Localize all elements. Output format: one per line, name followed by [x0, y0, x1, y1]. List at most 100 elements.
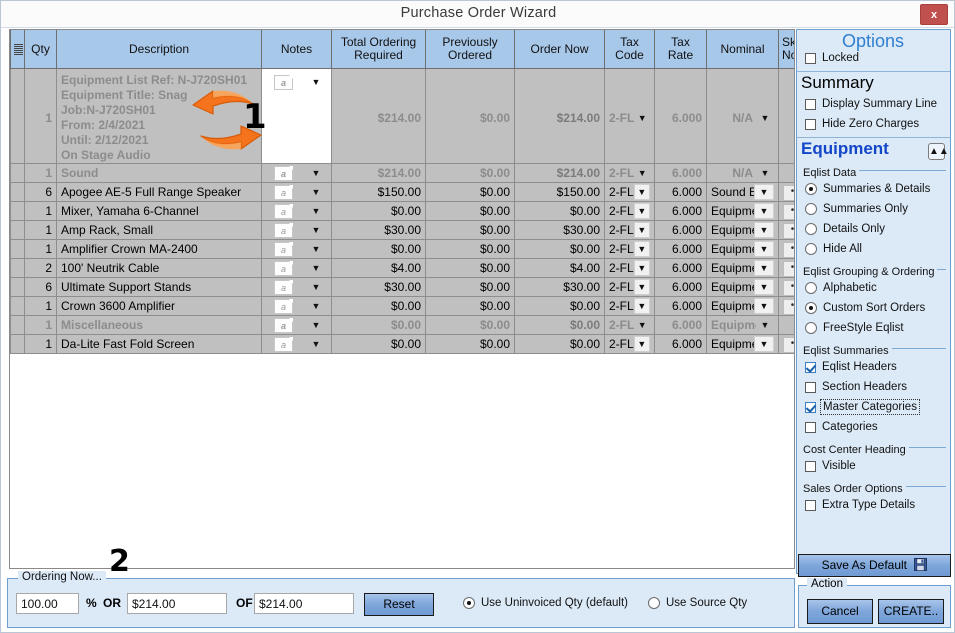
chevron-down-icon[interactable]: ▼ [754, 336, 774, 352]
table-row[interactable]: 1Amp Rack, Smalla▼$30.00$0.00$30.002-FL▼… [11, 221, 796, 240]
chevron-down-icon[interactable]: ▼ [634, 113, 650, 123]
save-as-default-button[interactable]: Save As Default [798, 554, 951, 577]
table-row[interactable]: 6Apogee AE-5 Full Range Speakera▼$150.00… [11, 183, 796, 202]
table-row[interactable]: 2100' Neutrik Cablea▼$4.00$0.00$4.002-FL… [11, 259, 796, 278]
close-window-button[interactable]: x [920, 4, 948, 25]
chevron-down-icon[interactable]: ▼ [634, 222, 650, 238]
row-handle[interactable] [11, 164, 25, 183]
option-row[interactable]: Categories [801, 417, 946, 437]
option-radio[interactable] [805, 302, 817, 314]
option-radio[interactable] [805, 282, 817, 294]
cell-notes[interactable]: a▼ [262, 69, 332, 164]
cell-description[interactable]: Miscellaneous [57, 316, 262, 335]
cell-notes[interactable]: a▼ [262, 164, 332, 183]
note-icon[interactable]: a [274, 75, 293, 90]
option-radio[interactable] [805, 322, 817, 334]
use-uninvoiced-qty-radio-row[interactable]: Use Uninvoiced Qty (default) [463, 597, 628, 609]
cell-qty[interactable]: 1 [25, 335, 57, 354]
cell-nominal[interactable]: Equipmen▼ [707, 316, 779, 335]
summary-option-checkbox[interactable] [805, 119, 816, 130]
chevron-down-icon[interactable]: ▼ [307, 301, 325, 311]
chevron-down-icon[interactable]: ▼ [634, 279, 650, 295]
option-row[interactable]: Master Categories [801, 397, 946, 417]
cell-qty[interactable]: 1 [25, 202, 57, 221]
chevron-down-icon[interactable]: ▼ [754, 203, 774, 219]
option-checkbox[interactable] [805, 500, 816, 511]
cell-order-now[interactable]: $30.00 [515, 221, 605, 240]
cell-notes[interactable]: a▼ [262, 297, 332, 316]
of-value-input[interactable] [254, 593, 354, 614]
cell-notes[interactable]: a▼ [262, 221, 332, 240]
note-icon[interactable]: a [274, 280, 293, 295]
chevron-down-icon[interactable]: ▼ [634, 336, 650, 352]
cell-qty[interactable]: 1 [25, 297, 57, 316]
cell-order-now[interactable]: $0.00 [515, 335, 605, 354]
cell-description[interactable]: Ultimate Support Stands [57, 278, 262, 297]
cell-description[interactable]: Sound [57, 164, 262, 183]
cell-tax-code[interactable]: 2-FL▼ [605, 259, 655, 278]
cell-description[interactable]: Crown 3600 Amplifier [57, 297, 262, 316]
summary-option-row[interactable]: Display Summary Line [797, 94, 950, 114]
ellipsis-button[interactable]: ••• [783, 185, 795, 201]
cell-qty[interactable]: 1 [25, 69, 57, 164]
cell-notes[interactable]: a▼ [262, 335, 332, 354]
cell-notes[interactable]: a▼ [262, 278, 332, 297]
cell-qty[interactable]: 1 [25, 221, 57, 240]
option-checkbox[interactable] [805, 402, 816, 413]
ellipsis-button[interactable]: ••• [783, 223, 795, 239]
locked-checkbox[interactable] [805, 53, 816, 64]
cell-qty[interactable]: 1 [25, 316, 57, 335]
chevron-down-icon[interactable]: ▼ [754, 279, 774, 295]
cell-tax-code[interactable]: 2-FL▼ [605, 278, 655, 297]
table-row[interactable]: 1Crown 3600 Amplifiera▼$0.00$0.00$0.002-… [11, 297, 796, 316]
cell-tax-code[interactable]: 2-FL▼ [605, 335, 655, 354]
option-row[interactable]: Hide All [801, 239, 946, 259]
chevron-down-icon[interactable]: ▼ [307, 244, 325, 254]
option-row[interactable]: Summaries Only [801, 199, 946, 219]
cell-order-now[interactable]: $214.00 [515, 164, 605, 183]
chevron-down-icon[interactable]: ▼ [754, 222, 774, 238]
percent-input[interactable] [16, 593, 79, 614]
cell-order-now[interactable]: $30.00 [515, 278, 605, 297]
cell-nominal[interactable]: Sound Equip▼ [707, 183, 779, 202]
cell-nominal[interactable]: Equipment R▼ [707, 221, 779, 240]
table-row[interactable]: 1Sounda▼$214.00$0.00$214.002-FL▼6.000N/A… [11, 164, 796, 183]
cell-description[interactable]: 100' Neutrik Cable [57, 259, 262, 278]
cell-tax-code[interactable]: 2-FL▼ [605, 69, 655, 164]
cell-description[interactable]: Da-Lite Fast Fold Screen [57, 335, 262, 354]
ellipsis-button[interactable]: ••• [783, 242, 795, 258]
ellipsis-button[interactable]: ••• [783, 280, 795, 296]
table-row[interactable]: 1Amplifier Crown MA-2400a▼$0.00$0.00$0.0… [11, 240, 796, 259]
cell-skip-now[interactable]: ••• [779, 221, 796, 240]
option-row[interactable]: FreeStyle Eqlist [801, 318, 946, 338]
cell-tax-code[interactable]: 2-FL▼ [605, 297, 655, 316]
row-handle[interactable] [11, 278, 25, 297]
cell-qty[interactable]: 6 [25, 183, 57, 202]
cell-qty[interactable]: 2 [25, 259, 57, 278]
grid-menu-icon[interactable] [14, 44, 23, 55]
cancel-button[interactable]: Cancel [807, 599, 873, 624]
chevron-down-icon[interactable]: ▼ [307, 263, 325, 273]
cell-nominal[interactable]: Equipment R▼ [707, 259, 779, 278]
cell-skip-now[interactable]: ••• [779, 278, 796, 297]
table-row[interactable]: 1Miscellaneousa▼$0.00$0.00$0.002-FL▼6.00… [11, 316, 796, 335]
note-icon[interactable]: a [274, 185, 293, 200]
ellipsis-button[interactable]: ••• [783, 261, 795, 277]
summary-option-row[interactable]: Hide Zero Charges [797, 114, 950, 134]
column-header-tax-code[interactable]: Tax Code [605, 30, 655, 69]
chevrons-up-icon[interactable]: ▲▲ [928, 143, 945, 160]
cell-description[interactable]: Apogee AE-5 Full Range Speaker [57, 183, 262, 202]
column-header-skip-now[interactable]: Skip Now [779, 30, 796, 69]
table-row[interactable]: 1Da-Lite Fast Fold Screena▼$0.00$0.00$0.… [11, 335, 796, 354]
cell-nominal[interactable]: Equipment R▼ [707, 297, 779, 316]
ellipsis-button[interactable]: ••• [783, 204, 795, 220]
cell-skip-now[interactable] [779, 69, 796, 164]
cell-order-now[interactable]: $214.00 [515, 69, 605, 164]
option-row[interactable]: Extra Type Details [801, 495, 946, 515]
column-header-total-ordering-required[interactable]: Total Ordering Required [332, 30, 426, 69]
summary-option-checkbox[interactable] [805, 99, 816, 110]
cell-nominal[interactable]: N/A▼ [707, 69, 779, 164]
cell-description[interactable]: Amp Rack, Small [57, 221, 262, 240]
option-row[interactable]: Section Headers [801, 377, 946, 397]
row-handle[interactable] [11, 221, 25, 240]
